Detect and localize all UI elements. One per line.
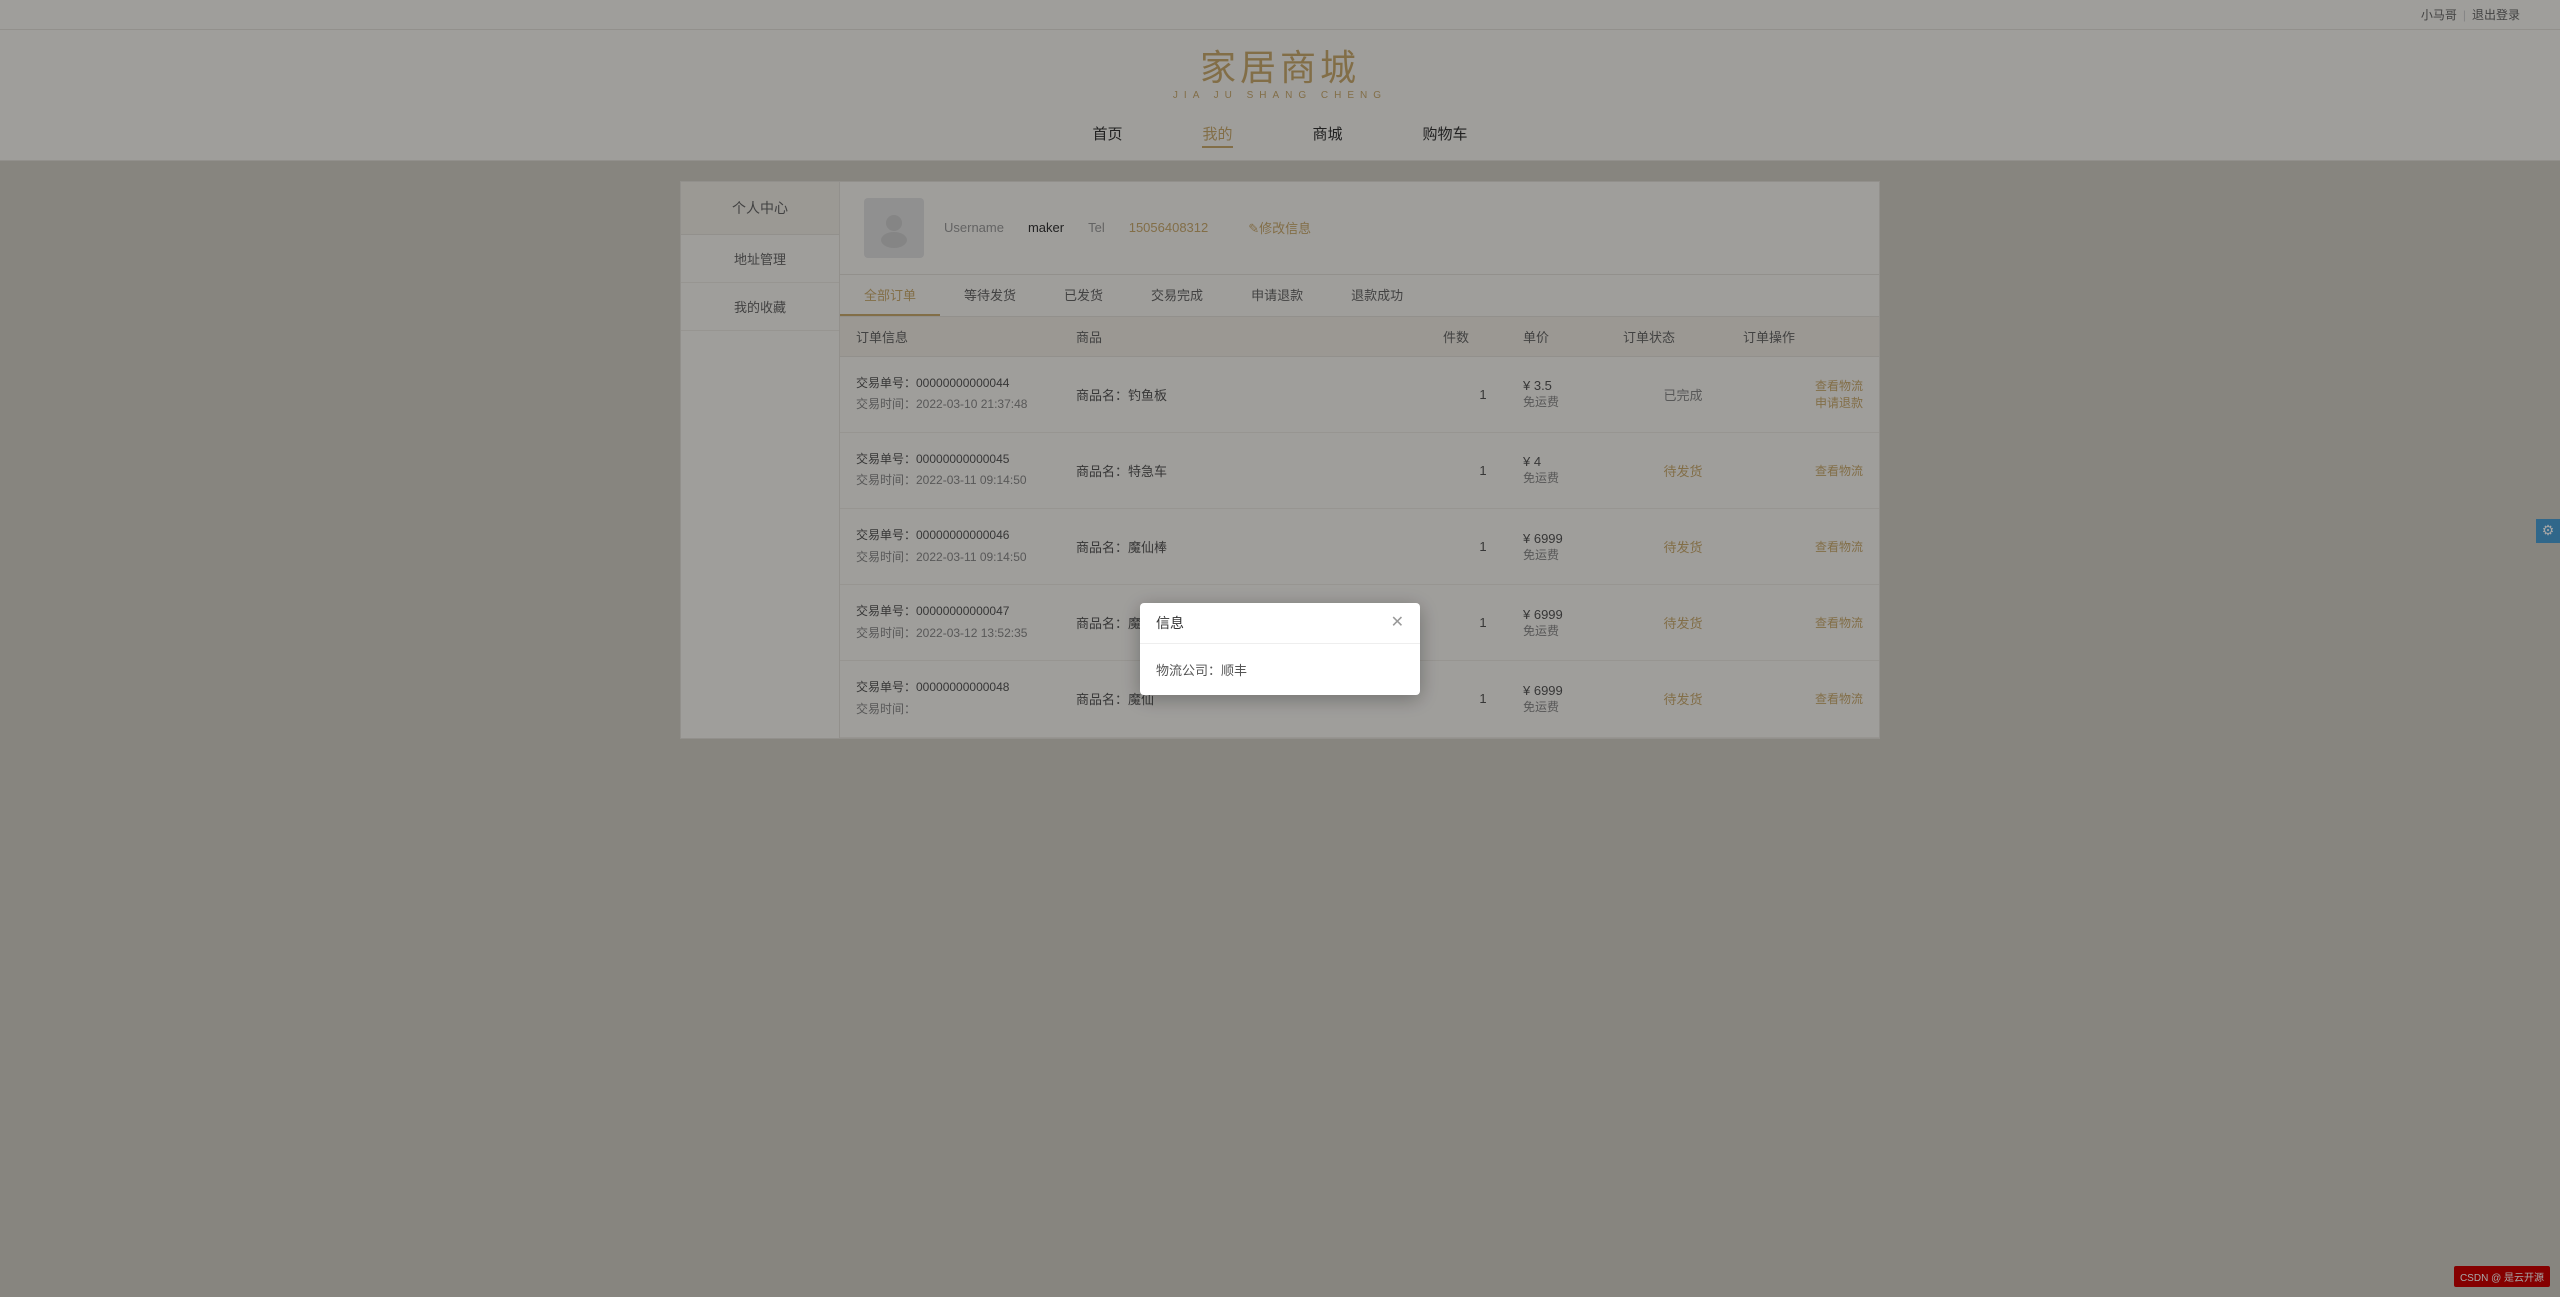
modal-header: 信息 ✕ (1140, 603, 1420, 644)
modal-title: 信息 (1156, 613, 1184, 633)
modal-content: 物流公司：顺丰 (1156, 663, 1247, 678)
modal-overlay[interactable]: 信息 ✕ 物流公司：顺丰 (0, 0, 2560, 1297)
info-modal: 信息 ✕ 物流公司：顺丰 (1140, 603, 1420, 695)
modal-close-button[interactable]: ✕ (1391, 615, 1404, 631)
modal-body: 物流公司：顺丰 (1140, 644, 1420, 695)
